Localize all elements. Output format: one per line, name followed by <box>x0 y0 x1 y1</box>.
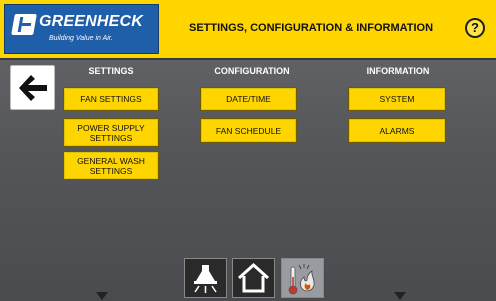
alarms-button[interactable]: ALARMS <box>348 118 446 143</box>
header-bar: GREENHECK Building Value in Air. SETTING… <box>0 0 496 60</box>
system-button[interactable]: SYSTEM <box>348 87 446 111</box>
fan-schedule-button[interactable]: FAN SCHEDULE <box>200 118 297 143</box>
date-time-button[interactable]: DATE/TIME <box>200 87 297 111</box>
help-button[interactable]: ? <box>465 18 485 38</box>
scroll-down-left-arrow-icon[interactable] <box>96 292 108 300</box>
power-supply-settings-button[interactable]: POWER SUPPLY SETTINGS <box>63 118 159 147</box>
lamp-icon <box>194 265 217 293</box>
back-button[interactable] <box>10 65 55 110</box>
page-title: SETTINGS, CONFIGURATION & INFORMATION <box>188 22 434 34</box>
heat-nav-button[interactable] <box>281 258 324 298</box>
screen: GREENHECK Building Value in Air. SETTING… <box>0 0 496 301</box>
greenheck-logo: GREENHECK Building Value in Air. <box>4 4 159 54</box>
fan-settings-button[interactable]: FAN SETTINGS <box>63 87 159 111</box>
home-nav-button[interactable] <box>232 258 275 298</box>
home-icon <box>237 262 270 293</box>
information-heading: INFORMATION <box>366 66 430 76</box>
general-wash-settings-button[interactable]: GENERAL WASH SETTINGS <box>63 151 159 180</box>
logo-tagline: Building Value in Air. <box>49 35 113 42</box>
logo-mark-icon <box>11 14 37 35</box>
left-arrow-icon <box>19 75 47 101</box>
configuration-heading: CONFIGURATION <box>214 66 290 76</box>
scroll-down-right-arrow-icon[interactable] <box>394 292 406 300</box>
lights-nav-button[interactable] <box>184 258 227 298</box>
heat-icon <box>288 264 315 295</box>
settings-heading: SETTINGS <box>88 66 134 76</box>
logo-name: GREENHECK <box>39 13 144 30</box>
